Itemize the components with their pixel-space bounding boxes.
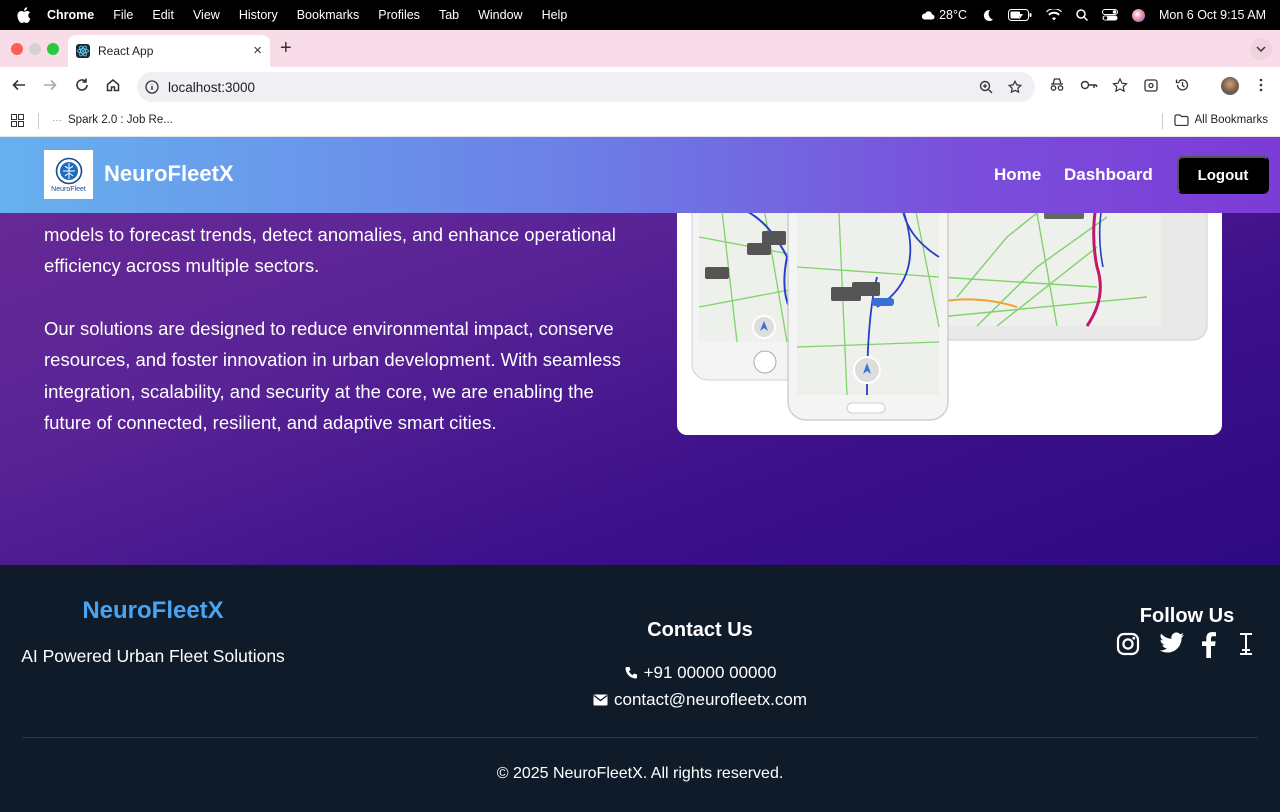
footer-divider — [22, 737, 1258, 738]
bookmark-favicon-icon: ··· — [52, 114, 62, 126]
copyright-text: © 2025 NeuroFleetX. All rights reserved. — [496, 765, 784, 782]
menu-history[interactable]: History — [239, 8, 278, 22]
site-footer: NeuroFleetX AI Powered Urban Fleet Solut… — [0, 565, 1280, 812]
all-bookmarks-label: All Bookmarks — [1194, 114, 1269, 126]
phone-number: +91 00000 00000 — [643, 663, 777, 682]
about-paragraph-2: Our solutions are designed to reduce env… — [44, 317, 621, 434]
apps-grid-icon[interactable] — [11, 114, 24, 127]
window-minimize-button[interactable] — [29, 43, 41, 55]
footer-tagline: AI Powered Urban Fleet Solutions — [21, 646, 285, 666]
logo-globe-icon — [55, 157, 82, 184]
folder-icon — [1173, 114, 1189, 126]
bookmark-spark-label: Spark 2.0 : Job Re... — [68, 114, 173, 126]
extensions-star-icon[interactable] — [1112, 78, 1128, 92]
browser-menu-icon[interactable] — [1254, 78, 1268, 92]
spotlight-search-icon[interactable] — [1076, 9, 1088, 21]
control-center-icon[interactable] — [1102, 9, 1118, 21]
reload-icon[interactable] — [75, 78, 89, 92]
menu-app-name[interactable]: Chrome — [47, 8, 94, 22]
site-navbar: NeuroFleet NeuroFleetX Home Dashboard Lo… — [0, 137, 1280, 213]
bookmark-star-icon[interactable] — [1008, 80, 1022, 94]
bookmarks-divider — [38, 113, 39, 129]
facebook-icon[interactable] — [1202, 632, 1216, 658]
bookmarks-bar: ··· Spark 2.0 : Job Re... All Bookmarks — [0, 105, 1280, 137]
footer-brand: NeuroFleetX — [82, 597, 224, 624]
menu-bookmarks[interactable]: Bookmarks — [297, 8, 360, 22]
text-cursor-icon[interactable] — [1238, 632, 1254, 656]
email-address: contact@neurofleetx.com — [613, 690, 808, 709]
nav-link-dashboard[interactable]: Dashboard — [1064, 165, 1153, 185]
cloud-icon — [921, 11, 935, 20]
moon-icon[interactable] — [981, 9, 994, 22]
react-favicon-icon — [76, 44, 90, 58]
wifi-icon[interactable] — [1046, 9, 1062, 21]
all-bookmarks-button[interactable]: All Bookmarks — [1173, 114, 1269, 126]
forward-arrow-icon[interactable] — [43, 78, 57, 92]
home-icon[interactable] — [106, 78, 120, 92]
contact-email[interactable]: contact@neurofleetx.com — [550, 690, 850, 710]
menu-window[interactable]: Window — [478, 8, 522, 22]
clock-datetime[interactable]: Mon 6 Oct 9:15 AM — [1159, 8, 1266, 22]
back-arrow-icon[interactable] — [12, 78, 26, 92]
tab-react-app[interactable]: React App × — [68, 35, 270, 67]
bookmarks-divider-right — [1162, 113, 1163, 129]
chevron-down-icon — [1256, 46, 1266, 52]
apple-icon[interactable] — [17, 7, 31, 23]
new-tab-icon[interactable]: + — [280, 37, 292, 60]
menu-profiles[interactable]: Profiles — [378, 8, 420, 22]
incognito-icon[interactable] — [1049, 78, 1065, 92]
menu-edit[interactable]: Edit — [152, 8, 174, 22]
social-icons — [1116, 632, 1254, 658]
extension-puzzle-icon[interactable] — [1144, 78, 1159, 92]
profile-avatar[interactable] — [1221, 77, 1239, 95]
contact-phone[interactable]: +91 00000 00000 — [550, 663, 850, 683]
history-icon[interactable] — [1175, 78, 1190, 92]
about-text: make data-driven decisions. We leverage … — [44, 187, 629, 470]
zoom-icon[interactable] — [979, 80, 993, 94]
macos-menu-bar: Chrome File Edit View History Bookmarks … — [0, 0, 1280, 30]
password-key-icon[interactable] — [1080, 78, 1098, 92]
map-devices-illustration — [691, 151, 1208, 421]
app-mockup-image — [677, 151, 1222, 435]
menu-tab[interactable]: Tab — [439, 8, 459, 22]
contact-title: Contact Us — [647, 619, 753, 641]
weather-text: 28°C — [939, 8, 967, 22]
menubar-status-area: 28°C Mon 6 Oct 9:15 AM — [921, 0, 1266, 30]
window-zoom-button[interactable] — [47, 43, 59, 55]
window-close-button[interactable] — [11, 43, 23, 55]
site-info-icon[interactable] — [145, 80, 159, 94]
site-logo[interactable]: NeuroFleet — [44, 150, 93, 199]
nav-link-home[interactable]: Home — [994, 165, 1041, 185]
phone-icon — [625, 667, 637, 679]
menu-view[interactable]: View — [193, 8, 220, 22]
logo-text: NeuroFleet — [51, 185, 86, 193]
menu-file[interactable]: File — [113, 8, 133, 22]
siri-icon[interactable] — [1132, 8, 1145, 22]
logout-button[interactable]: Logout — [1177, 156, 1269, 194]
mail-icon — [593, 694, 608, 706]
follow-title: Follow Us — [1139, 605, 1235, 627]
url-text[interactable]: localhost:3000 — [168, 80, 255, 95]
site-brand[interactable]: NeuroFleetX — [104, 161, 234, 187]
tab-search-button[interactable] — [1250, 38, 1272, 60]
address-bar[interactable]: localhost:3000 — [137, 72, 1035, 102]
web-page: make data-driven decisions. We leverage … — [0, 137, 1280, 812]
battery-icon[interactable] — [1008, 9, 1032, 21]
tab-title: React App — [98, 44, 154, 58]
menu-help[interactable]: Help — [542, 8, 568, 22]
instagram-icon[interactable] — [1116, 632, 1140, 656]
twitter-icon[interactable] — [1159, 632, 1185, 654]
tab-close-icon[interactable]: × — [253, 43, 262, 59]
bookmark-spark-job[interactable]: ··· Spark 2.0 : Job Re... — [52, 114, 173, 126]
weather-status[interactable]: 28°C — [921, 8, 967, 22]
